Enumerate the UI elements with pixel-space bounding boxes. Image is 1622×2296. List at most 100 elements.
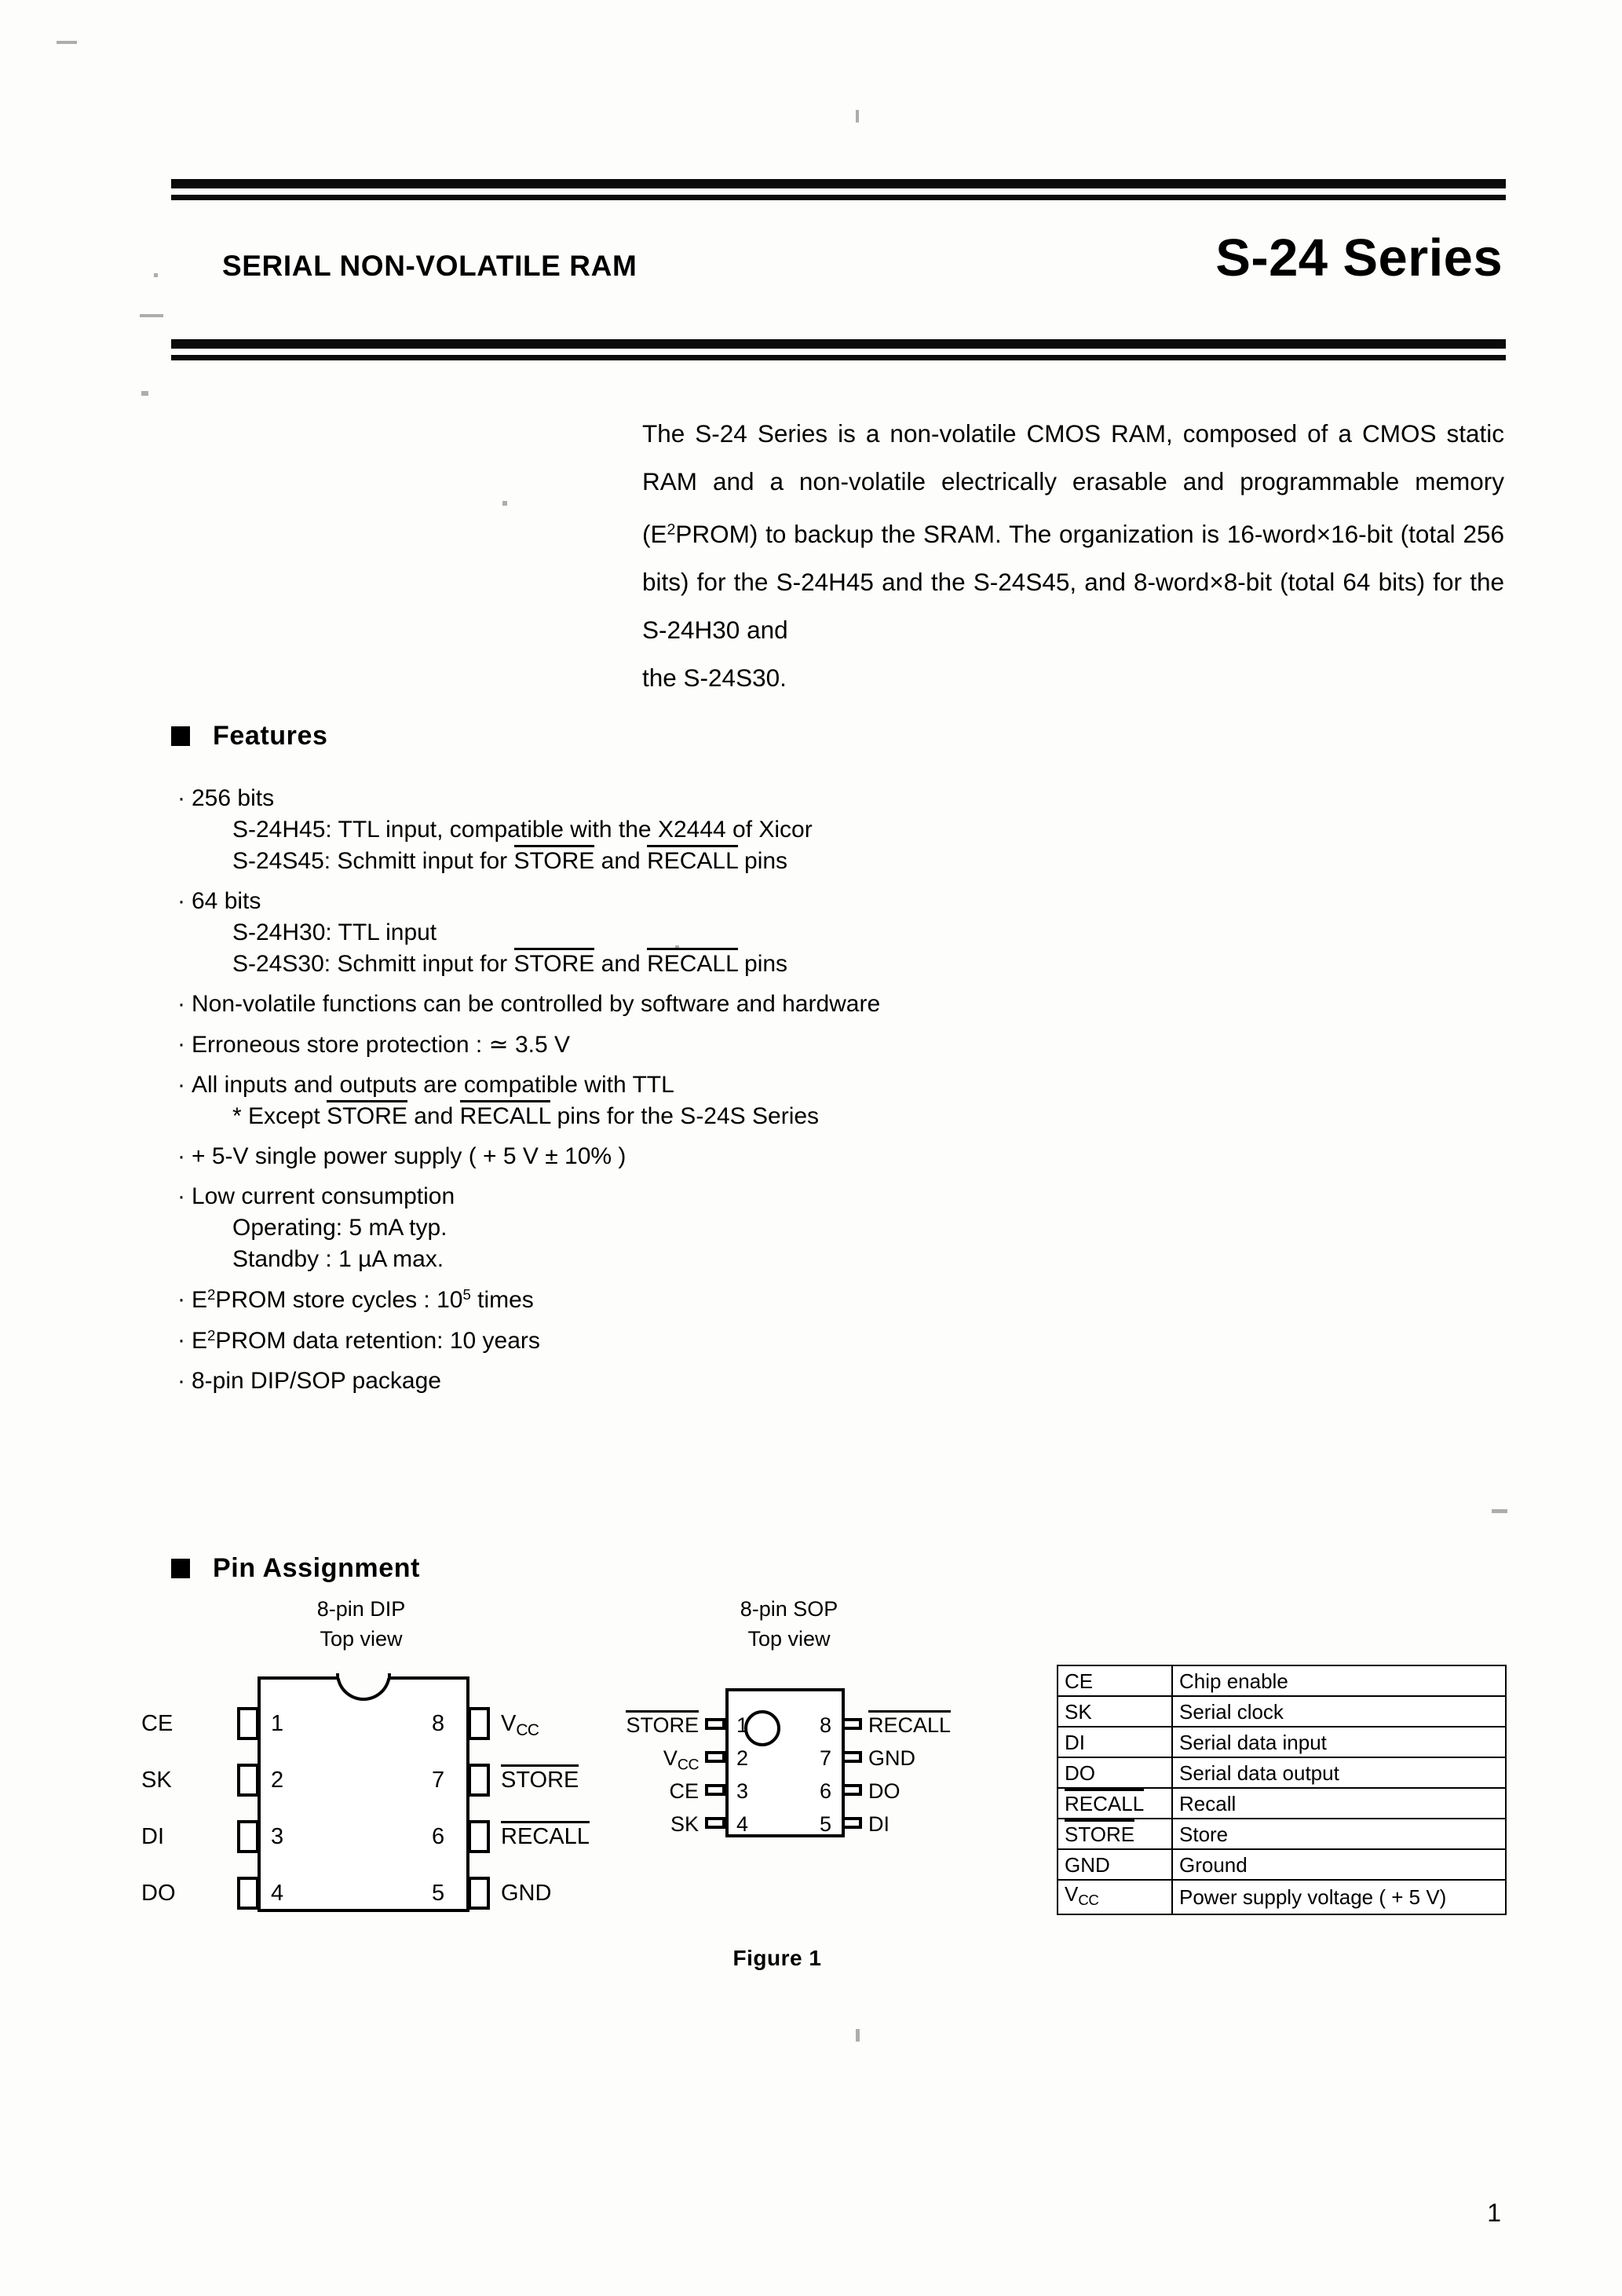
sop-pin-number: 5: [820, 1812, 832, 1836]
feature-label: E2PROM store cycles : 105 times: [192, 1286, 534, 1314]
pin-symbol-cell: SK: [1057, 1695, 1173, 1727]
page-title-left: SERIAL NON-VOLATILE RAM: [222, 250, 637, 282]
feature-subitem: * Except STORE and RECALL pins for the S…: [232, 1100, 1198, 1130]
sop-pin-number: 8: [820, 1713, 832, 1737]
pin-description-cell: Recall: [1171, 1787, 1507, 1819]
feature-label: + 5-V single power supply ( + 5 V ± 10% …: [192, 1143, 627, 1169]
table-row: STORE Store: [1057, 1818, 1507, 1850]
table-row: SK Serial clock: [1057, 1695, 1507, 1727]
feature-label: All inputs and outputs are compatible wi…: [192, 1072, 674, 1098]
sop-pin-number: 2: [736, 1746, 749, 1770]
dip-title-line2: Top view: [320, 1627, 403, 1651]
table-row: CE Chip enable: [1057, 1665, 1507, 1697]
dip-pin-label: DO: [141, 1881, 176, 1906]
dip-pin-label: GND: [501, 1881, 552, 1906]
sop-title-line2: Top view: [747, 1627, 831, 1651]
table-row: VCC Power supply voltage ( + 5 V): [1057, 1878, 1507, 1916]
scan-artifact: [154, 273, 158, 277]
dip-pin-number: 4: [271, 1881, 284, 1906]
scan-artifact: [140, 314, 163, 317]
intro-text: The S-24 Series is a non-volatile CMOS R…: [642, 419, 1504, 644]
dip-pin-number: 6: [432, 1824, 445, 1849]
pin-description-cell: Ground: [1171, 1848, 1507, 1881]
sop-pin-lead: [842, 1784, 862, 1796]
scan-artifact: [856, 110, 859, 122]
dip-pin-number: 3: [271, 1824, 284, 1849]
feature-item: · E2PROM store cycles : 105 times: [177, 1286, 1198, 1314]
feature-bullet-icon: ·: [177, 991, 185, 1017]
dip-pin-number: 5: [432, 1881, 445, 1906]
sop-pin-lead: [705, 1751, 725, 1763]
feature-subitem: Standby : 1 µA max.: [232, 1246, 444, 1272]
dip-pin-label: DI: [141, 1824, 164, 1849]
feature-label: Erroneous store protection : ≃ 3.5 V: [192, 1032, 571, 1058]
pin-symbol-cell: STORE: [1057, 1818, 1173, 1850]
intro-last-line: the S-24S30.: [642, 663, 787, 692]
feature-subitem: S-24H45: TTL input, compatible with the …: [232, 817, 813, 843]
header-rule-bottom-thick: [171, 339, 1506, 349]
sop-pin-label: DI: [868, 1812, 890, 1836]
sop-pin-lead: [842, 1718, 862, 1730]
dip-pin-label: SK: [141, 1768, 172, 1793]
pin-description-cell: Serial data output: [1171, 1757, 1507, 1789]
features-list: · 256 bits S-24H45: TTL input, compatible …: [177, 785, 1198, 1395]
feature-label: 256 bits: [192, 785, 275, 811]
dip-pin-lead: [468, 1820, 490, 1853]
feature-label: Low current consumption: [192, 1183, 455, 1209]
dip-pin-label: VCC: [501, 1711, 539, 1739]
dip-pin-lead: [237, 1877, 259, 1910]
scan-artifact: [856, 2029, 860, 2042]
feature-label: E2PROM data retention: 10 years: [192, 1327, 540, 1355]
pin-symbol-cell: GND: [1057, 1848, 1173, 1881]
sop-pin-number: 4: [736, 1812, 749, 1836]
pin-description-cell: Power supply voltage ( + 5 V): [1171, 1878, 1507, 1916]
feature-label: Non-volatile functions can be controlled…: [192, 991, 881, 1017]
feature-bullet-icon: ·: [177, 888, 185, 914]
feature-subitem: S-24S30: Schmitt input for STORE and REC…: [232, 948, 1198, 978]
bullet-square-icon: [171, 726, 190, 746]
scan-artifact: [57, 41, 77, 44]
dip-pin-number: 1: [271, 1711, 284, 1736]
pin-description-cell: Chip enable: [1171, 1665, 1507, 1697]
dip-pin-lead: [237, 1764, 259, 1797]
sop-pin-label: SK: [670, 1812, 699, 1836]
sop-pin-number: 1: [736, 1713, 749, 1737]
feature-bullet-icon: ·: [177, 1031, 185, 1057]
table-row: GND Ground: [1057, 1848, 1507, 1881]
dip-pin-label: CE: [141, 1711, 174, 1736]
sop-package-title: 8-pin SOP Top view: [691, 1594, 887, 1654]
features-heading-label: Features: [213, 721, 328, 751]
dip-pin-lead: [468, 1877, 490, 1910]
sop-pin-label: VCC: [663, 1746, 700, 1774]
pin-symbol-cell: CE: [1057, 1665, 1173, 1697]
datasheet-page: SERIAL NON-VOLATILE RAM S-24 Series The …: [0, 0, 1622, 2296]
feature-item: · 256 bits: [177, 785, 1198, 812]
sop-pin-label: CE: [669, 1779, 699, 1803]
feature-item: · 8-pin DIP/SOP package: [177, 1368, 1198, 1395]
feature-label: 8-pin DIP/SOP package: [192, 1368, 441, 1395]
scan-artifact: [141, 391, 148, 396]
bullet-square-icon: [171, 1559, 190, 1578]
feature-bullet-icon: ·: [177, 1327, 185, 1354]
dip-notch-mask: [339, 1672, 388, 1678]
dip-pin-lead: [468, 1707, 490, 1740]
feature-item: · All inputs and outputs are compatible w…: [177, 1072, 1198, 1099]
feature-subitem: S-24S45: Schmitt input for STORE and REC…: [232, 845, 1198, 875]
dip-pin-number: 2: [271, 1768, 284, 1793]
features-heading: Features: [171, 721, 328, 751]
header-rule-top-thin: [171, 195, 1506, 200]
pin-description-cell: Store: [1171, 1818, 1507, 1850]
dip-pin-lead: [468, 1764, 490, 1797]
pin-assignment-heading: Pin Assignment: [171, 1553, 420, 1584]
page-title-right: S-24 Series: [1215, 229, 1503, 287]
figure-caption-label: Figure 1: [732, 1946, 822, 1970]
feature-bullet-icon: ·: [177, 1072, 185, 1098]
pin-assignment-heading-label: Pin Assignment: [213, 1553, 421, 1583]
sop-pin-lead: [842, 1751, 862, 1763]
pin-function-table: CE Chip enable SK Serial clock DI Serial data…: [1057, 1665, 1507, 1916]
dip-package-title: 8-pin DIP Top view: [259, 1594, 463, 1654]
intro-paragraph: The S-24 Series is a non-volatile CMOS R…: [642, 410, 1504, 702]
table-row: DI Serial data input: [1057, 1726, 1507, 1758]
dip-pin-number: 8: [432, 1711, 445, 1736]
sop-pin-lead: [842, 1817, 862, 1829]
